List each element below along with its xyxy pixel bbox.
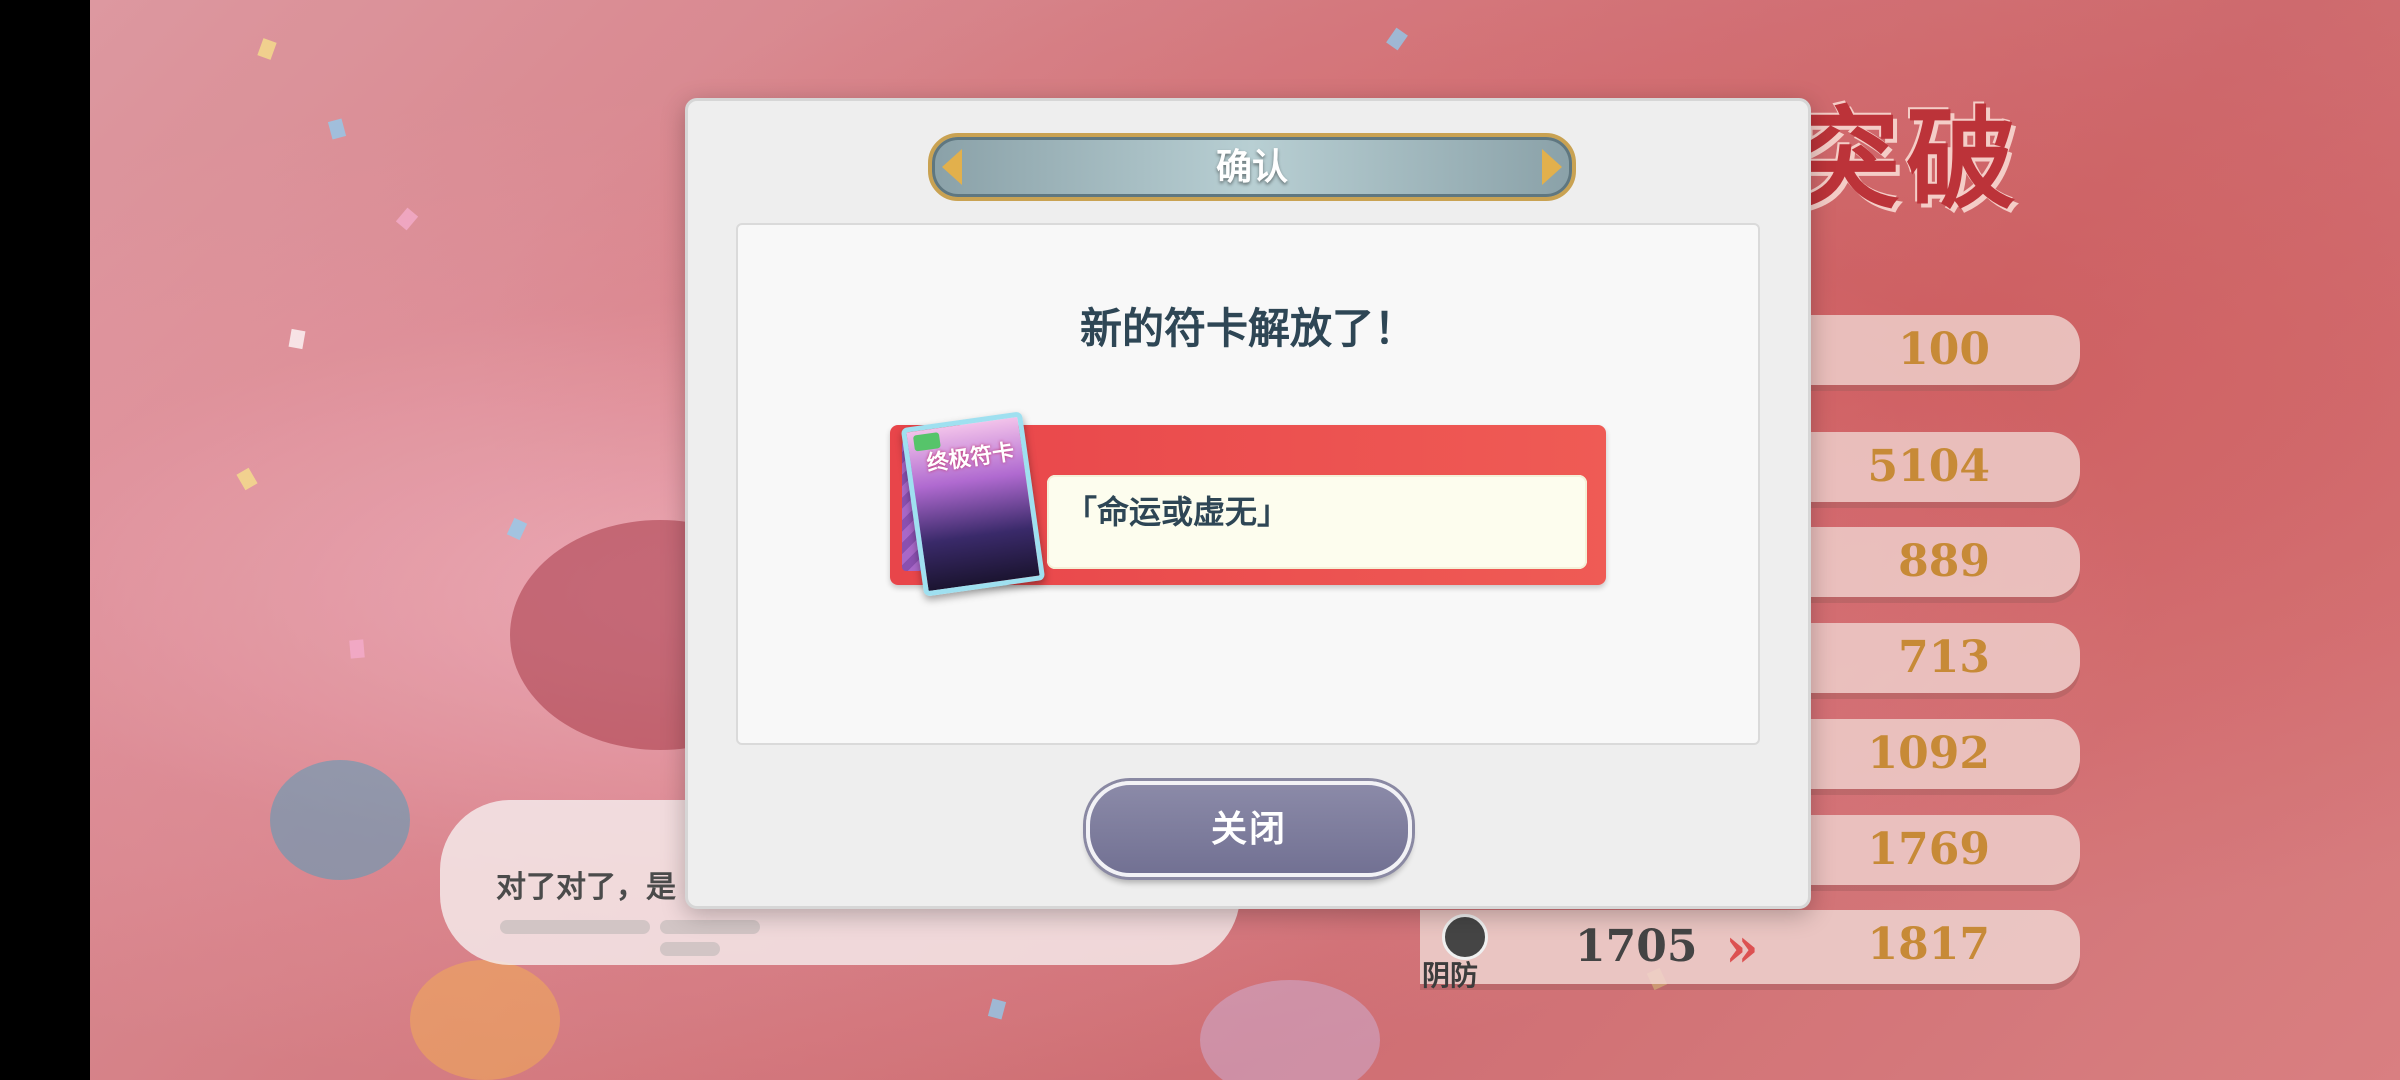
- spellcard-image: 终极符卡: [900, 411, 1046, 597]
- dialog-title: 确认: [1215, 146, 1288, 188]
- spellcard-panel: 终极符卡 「命运或虚无」: [890, 411, 1606, 597]
- close-button-label: 关闭: [1210, 808, 1287, 850]
- spellcard-name: 「命运或虚无」: [1065, 493, 1290, 531]
- dialog-body: 新的符卡解放了！ 终极符卡 「命运或虚无」: [736, 223, 1760, 745]
- game-screen: 突破 100 5104 889 713 1092 1769 阴防 1705 » …: [0, 0, 2400, 1080]
- dialog-message: 新的符卡解放了！: [1079, 304, 1416, 353]
- arrow-right-icon: [1542, 149, 1562, 185]
- spellcard-name-box: 「命运或虚无」: [1047, 475, 1587, 569]
- confirm-dialog: 确认 新的符卡解放了！ 终极符卡 「命运或虚无」 关闭: [685, 98, 1811, 909]
- dialog-header: 确认: [928, 133, 1576, 201]
- close-button[interactable]: 关闭: [1086, 781, 1412, 877]
